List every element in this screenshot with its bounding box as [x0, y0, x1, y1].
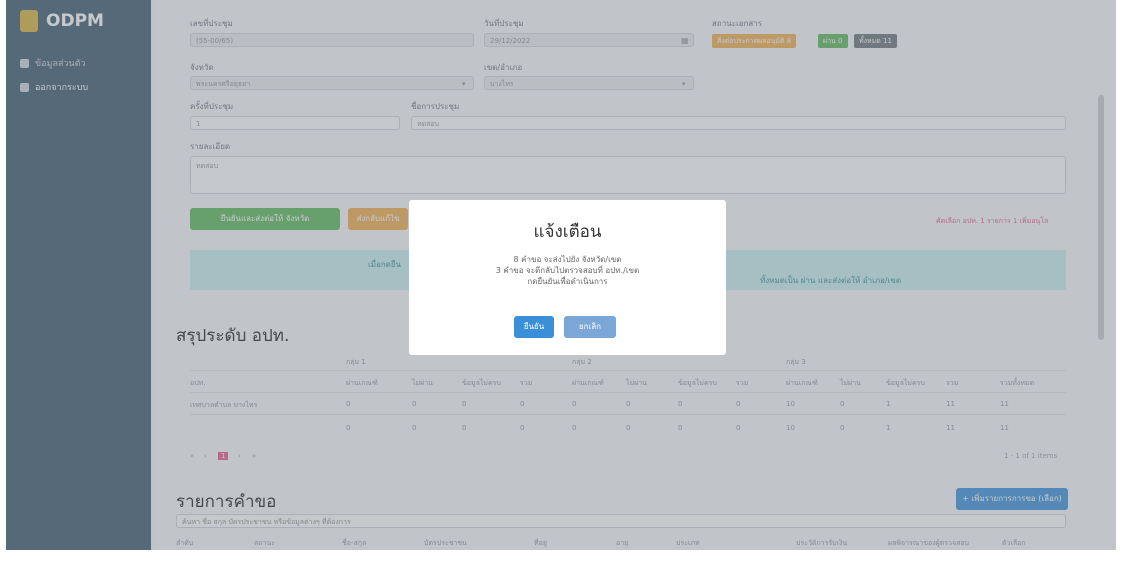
app-screen: ODPM ข้อมูลส่วนตัว ออกจากระบบ เลขที่ประช…: [6, 0, 1116, 550]
dialog-line: กดยืนยันเพื่อดำเนินการ: [527, 277, 608, 286]
dialog-title: แจ้งเตือน: [533, 222, 602, 242]
cancel-button[interactable]: ยกเลิก: [564, 316, 616, 338]
dialog-line: 8 คำขอ จะส่งไปยัง จังหวัด/เขต: [513, 255, 622, 264]
dialog-message: 8 คำขอ จะส่งไปยัง จังหวัด/เขต 3 คำขอ จะต…: [409, 254, 726, 287]
dialog-line: 3 คำขอ จะตีกลับไปตรวจสอบที่ อปท./เขต: [495, 266, 640, 275]
alert-dialog: แจ้งเตือน 8 คำขอ จะส่งไปยัง จังหวัด/เขต …: [409, 200, 726, 355]
confirm-button[interactable]: ยืนยัน: [514, 316, 554, 338]
